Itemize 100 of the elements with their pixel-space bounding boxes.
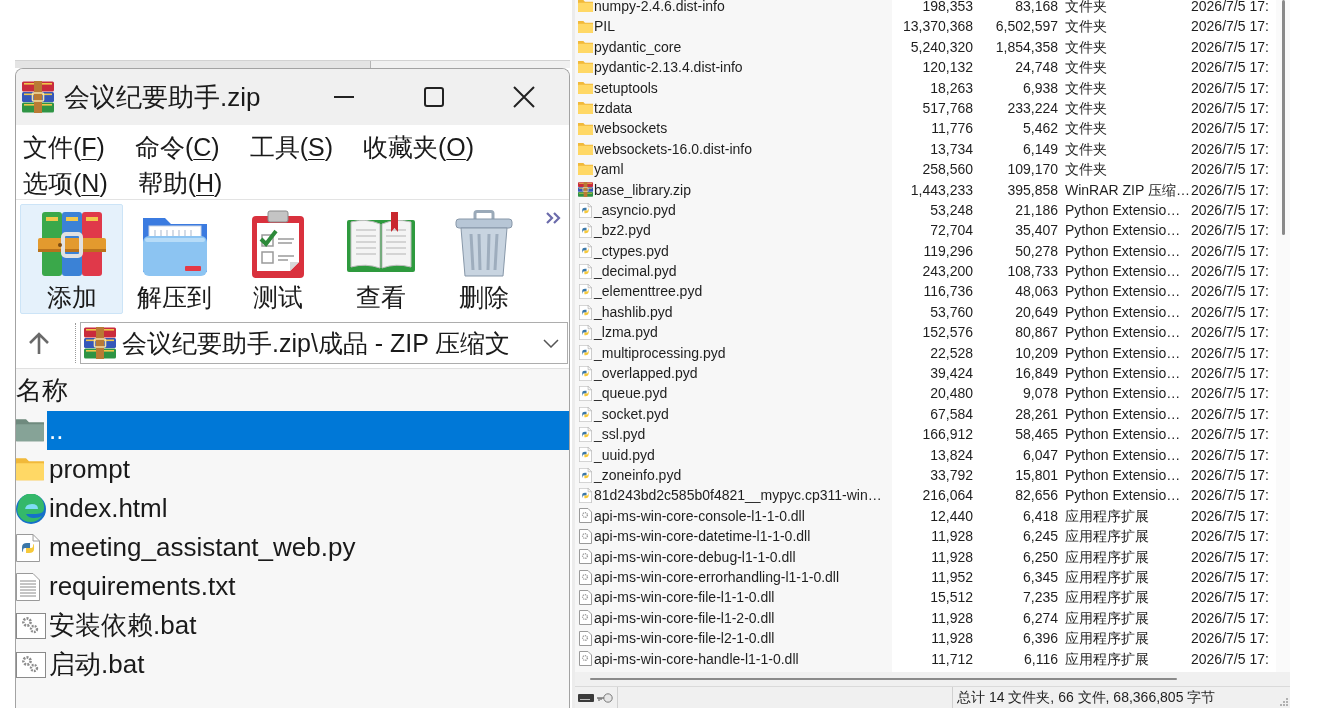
python-file-icon bbox=[579, 284, 592, 300]
chevron-down-icon[interactable] bbox=[543, 338, 559, 348]
packed-size: 109,170 bbox=[1006, 160, 1059, 180]
modified-date: 2026/7/5 17: bbox=[1191, 588, 1270, 608]
resize-grip-icon[interactable] bbox=[1280, 698, 1288, 706]
modified-date: 2026/7/5 17: bbox=[1191, 241, 1270, 261]
file-name[interactable]: yaml bbox=[594, 159, 624, 180]
file-name[interactable]: setuptools bbox=[594, 77, 658, 98]
file-name[interactable]: meeting_assistant_web.py bbox=[47, 528, 569, 567]
file-type: Python Extensio… bbox=[1064, 486, 1182, 506]
file-name[interactable]: api-ms-win-core-handle-l1-1-0.dll bbox=[594, 648, 799, 669]
file-name[interactable]: pydantic_core bbox=[594, 36, 682, 58]
file-type: Python Extensio… bbox=[1064, 466, 1182, 485]
gear-page-icon bbox=[579, 651, 592, 667]
file-name[interactable]: base_library.zip bbox=[594, 179, 691, 200]
file-type: Python Extensio… bbox=[1064, 425, 1182, 445]
menu-item[interactable]: 收藏夹(O) bbox=[363, 131, 475, 163]
file-type: 文件夹 bbox=[1064, 58, 1108, 78]
file-name[interactable]: _overlapped.pyd bbox=[594, 363, 698, 384]
menu-item[interactable]: 文件(F) bbox=[23, 131, 105, 163]
file-name[interactable]: numpy-2.4.6.dist-info bbox=[594, 0, 725, 17]
python-file-icon bbox=[579, 324, 592, 340]
toolbar-button[interactable]: 查看 bbox=[329, 204, 432, 314]
path-dropdown[interactable]: 会议纪要助手.zip\成品 - ZIP 压缩文 bbox=[80, 322, 568, 364]
file-name[interactable]: _asyncio.pyd bbox=[594, 199, 676, 221]
packed-size: 35,407 bbox=[1014, 221, 1059, 241]
python-file-icon bbox=[579, 202, 592, 218]
file-name[interactable]: api-ms-win-core-debug-l1-1-0.dll bbox=[594, 546, 796, 567]
status-text: 总计 14 文件夹, 66 文件, 68,366,805 字节 bbox=[956, 688, 1216, 707]
file-type: 应用程序扩展 bbox=[1064, 588, 1150, 608]
modified-date: 2026/7/5 17: bbox=[1191, 425, 1270, 445]
menu-item[interactable]: 命令(C) bbox=[134, 131, 220, 163]
file-type: 文件夹 bbox=[1064, 37, 1108, 57]
file-name[interactable]: _zoneinfo.pyd bbox=[594, 465, 682, 486]
file-name[interactable]: PIL bbox=[594, 16, 615, 37]
file-name[interactable]: _queue.pyd bbox=[594, 383, 668, 404]
modified-date: 2026/7/5 17: bbox=[1191, 486, 1270, 506]
file-name[interactable]: api-ms-win-core-console-l1-1-0.dll bbox=[594, 505, 805, 527]
file-name[interactable]: _multiprocessing.pyd bbox=[594, 342, 726, 364]
file-name[interactable]: pydantic-2.13.4.dist-info bbox=[594, 57, 743, 78]
menu-item[interactable]: 选项(N) bbox=[23, 167, 108, 199]
file-name[interactable]: api-ms-win-core-datetime-l1-1-0.dll bbox=[594, 526, 811, 547]
file-name[interactable]: requirements.txt bbox=[47, 567, 569, 606]
file-name[interactable]: _lzma.pyd bbox=[594, 322, 658, 343]
file-name[interactable]: websockets-16.0.dist-info bbox=[594, 138, 752, 160]
file-size: 258,560 bbox=[921, 160, 974, 180]
up-arrow-icon[interactable] bbox=[27, 331, 51, 355]
file-name[interactable]: _ctypes.pyd bbox=[594, 240, 669, 262]
file-size: 116,736 bbox=[922, 282, 974, 302]
folder-icon bbox=[578, 61, 593, 74]
scrollbar-thumb[interactable] bbox=[590, 678, 1177, 680]
file-name[interactable]: api-ms-win-core-errorhandling-l1-1-0.dll bbox=[594, 566, 840, 588]
file-name[interactable]: prompt bbox=[47, 450, 569, 489]
menu-item[interactable]: 工具(S) bbox=[249, 131, 333, 163]
file-type: 文件夹 bbox=[1064, 119, 1108, 139]
packed-size: 6,116 bbox=[1023, 649, 1059, 669]
menu-item[interactable]: 帮助(H) bbox=[137, 167, 223, 199]
toolbar-button[interactable]: 添加 bbox=[20, 204, 123, 314]
file-name[interactable]: _uuid.pyd bbox=[594, 444, 655, 465]
file-name[interactable]: _decimal.pyd bbox=[594, 261, 677, 282]
file-name[interactable]: websockets bbox=[594, 118, 668, 139]
file-type: 应用程序扩展 bbox=[1064, 629, 1150, 649]
file-name[interactable]: 启动.bat bbox=[47, 645, 569, 684]
file-size: 198,353 bbox=[921, 0, 974, 16]
file-name[interactable]: api-ms-win-core-file-l2-1-0.dll bbox=[594, 628, 775, 649]
file-name[interactable]: api-ms-win-core-file-l1-2-0.dll bbox=[594, 607, 775, 629]
file-name[interactable]: .. bbox=[47, 411, 569, 450]
toolbar-button[interactable]: 删除 bbox=[432, 204, 535, 314]
file-name[interactable]: _hashlib.pyd bbox=[594, 301, 673, 323]
file-name[interactable]: tzdata bbox=[594, 97, 633, 119]
file-type: Python Extensio… bbox=[1064, 364, 1182, 384]
modified-date: 2026/7/5 17: bbox=[1191, 200, 1270, 220]
file-name[interactable]: 81d243bd2c585b0f4821__mypyc.cp311-win… bbox=[594, 485, 882, 506]
file-size: 11,928 bbox=[930, 608, 974, 628]
packed-size: 1,854,358 bbox=[994, 37, 1059, 57]
file-name[interactable]: _socket.pyd bbox=[594, 403, 669, 425]
modified-date: 2026/7/5 17: bbox=[1191, 404, 1270, 424]
column-header[interactable]: 名称 bbox=[16, 372, 68, 408]
file-name[interactable]: 安装依赖.bat bbox=[47, 606, 569, 645]
double-chevron-icon[interactable] bbox=[546, 212, 561, 224]
folder-icon bbox=[16, 458, 44, 481]
toolbar-button[interactable]: 解压到 bbox=[123, 204, 226, 314]
gear-page-icon bbox=[579, 508, 592, 524]
file-name[interactable]: _ssl.pyd bbox=[594, 424, 646, 445]
file-size: 216,064 bbox=[921, 486, 974, 506]
toolbar-button[interactable]: 测试 bbox=[226, 204, 329, 314]
file-name[interactable]: api-ms-win-core-file-l1-1-0.dll bbox=[594, 587, 775, 608]
horizontal-scrollbar[interactable] bbox=[575, 672, 1276, 686]
modified-date: 2026/7/5 17: bbox=[1191, 78, 1270, 98]
file-name[interactable]: index.html bbox=[47, 489, 569, 528]
packed-size: 108,733 bbox=[1006, 262, 1059, 282]
file-name[interactable]: _bz2.pyd bbox=[594, 220, 651, 241]
modified-date: 2026/7/5 17: bbox=[1191, 221, 1270, 241]
archive-books-icon bbox=[22, 81, 54, 113]
gear-page-icon bbox=[579, 630, 592, 646]
packed-size: 6,047 bbox=[1021, 445, 1059, 465]
scrollbar-thumb[interactable] bbox=[1281, 0, 1285, 235]
file-name[interactable]: _elementtree.pyd bbox=[594, 281, 703, 302]
modified-date: 2026/7/5 17: bbox=[1191, 527, 1270, 547]
vertical-scrollbar[interactable] bbox=[1276, 0, 1290, 672]
